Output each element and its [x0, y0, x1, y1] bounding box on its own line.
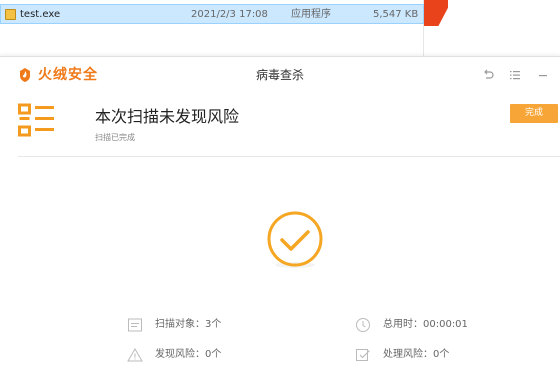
result-header: 本次扫描未发现风险 扫描已完成 完成: [18, 93, 560, 157]
back-icon[interactable]: [481, 68, 495, 82]
exe-file-icon: [5, 9, 16, 20]
title-bar: 火绒安全 病毒查杀: [0, 57, 560, 93]
background-window-graphic: [424, 0, 448, 26]
screen: test.exe 2021/2/3 17:08 应用程序 5,547 KB 火绒…: [0, 0, 560, 388]
result-subline: 扫描已完成: [95, 133, 135, 142]
risks-handled-text: 处理风险：0个: [383, 349, 450, 360]
done-button[interactable]: 完成: [510, 104, 558, 123]
file-size: 5,547 KB: [373, 9, 419, 20]
file-type: 应用程序: [291, 9, 331, 20]
file-explorer: test.exe 2021/2/3 17:08 应用程序 5,547 KB: [0, 0, 424, 56]
scan-report-icon: [18, 103, 54, 137]
minimize-icon[interactable]: [536, 68, 550, 82]
clock-icon: [356, 318, 370, 332]
scanned-objects-text: 扫描对象：3个: [155, 319, 222, 330]
success-check-icon: [267, 211, 323, 268]
document-icon: [128, 318, 142, 332]
result-headline: 本次扫描未发现风险: [95, 107, 240, 126]
file-row[interactable]: test.exe 2021/2/3 17:08 应用程序 5,547 KB: [0, 4, 424, 24]
checklist-icon: [356, 349, 370, 361]
file-modified: 2021/2/3 17:08: [191, 9, 268, 20]
scan-result-dialog: 火绒安全 病毒查杀 本次扫描未发现风险 扫描已完成 完成 扫描对象：3个 总用时…: [0, 56, 560, 388]
warning-icon: [127, 348, 143, 362]
file-name: test.exe: [20, 9, 61, 20]
total-time-text: 总用时：00:00:01: [383, 319, 468, 330]
risks-found-text: 发现风险：0个: [155, 349, 222, 360]
menu-icon[interactable]: [508, 68, 522, 82]
dialog-title: 病毒查杀: [255, 68, 304, 82]
